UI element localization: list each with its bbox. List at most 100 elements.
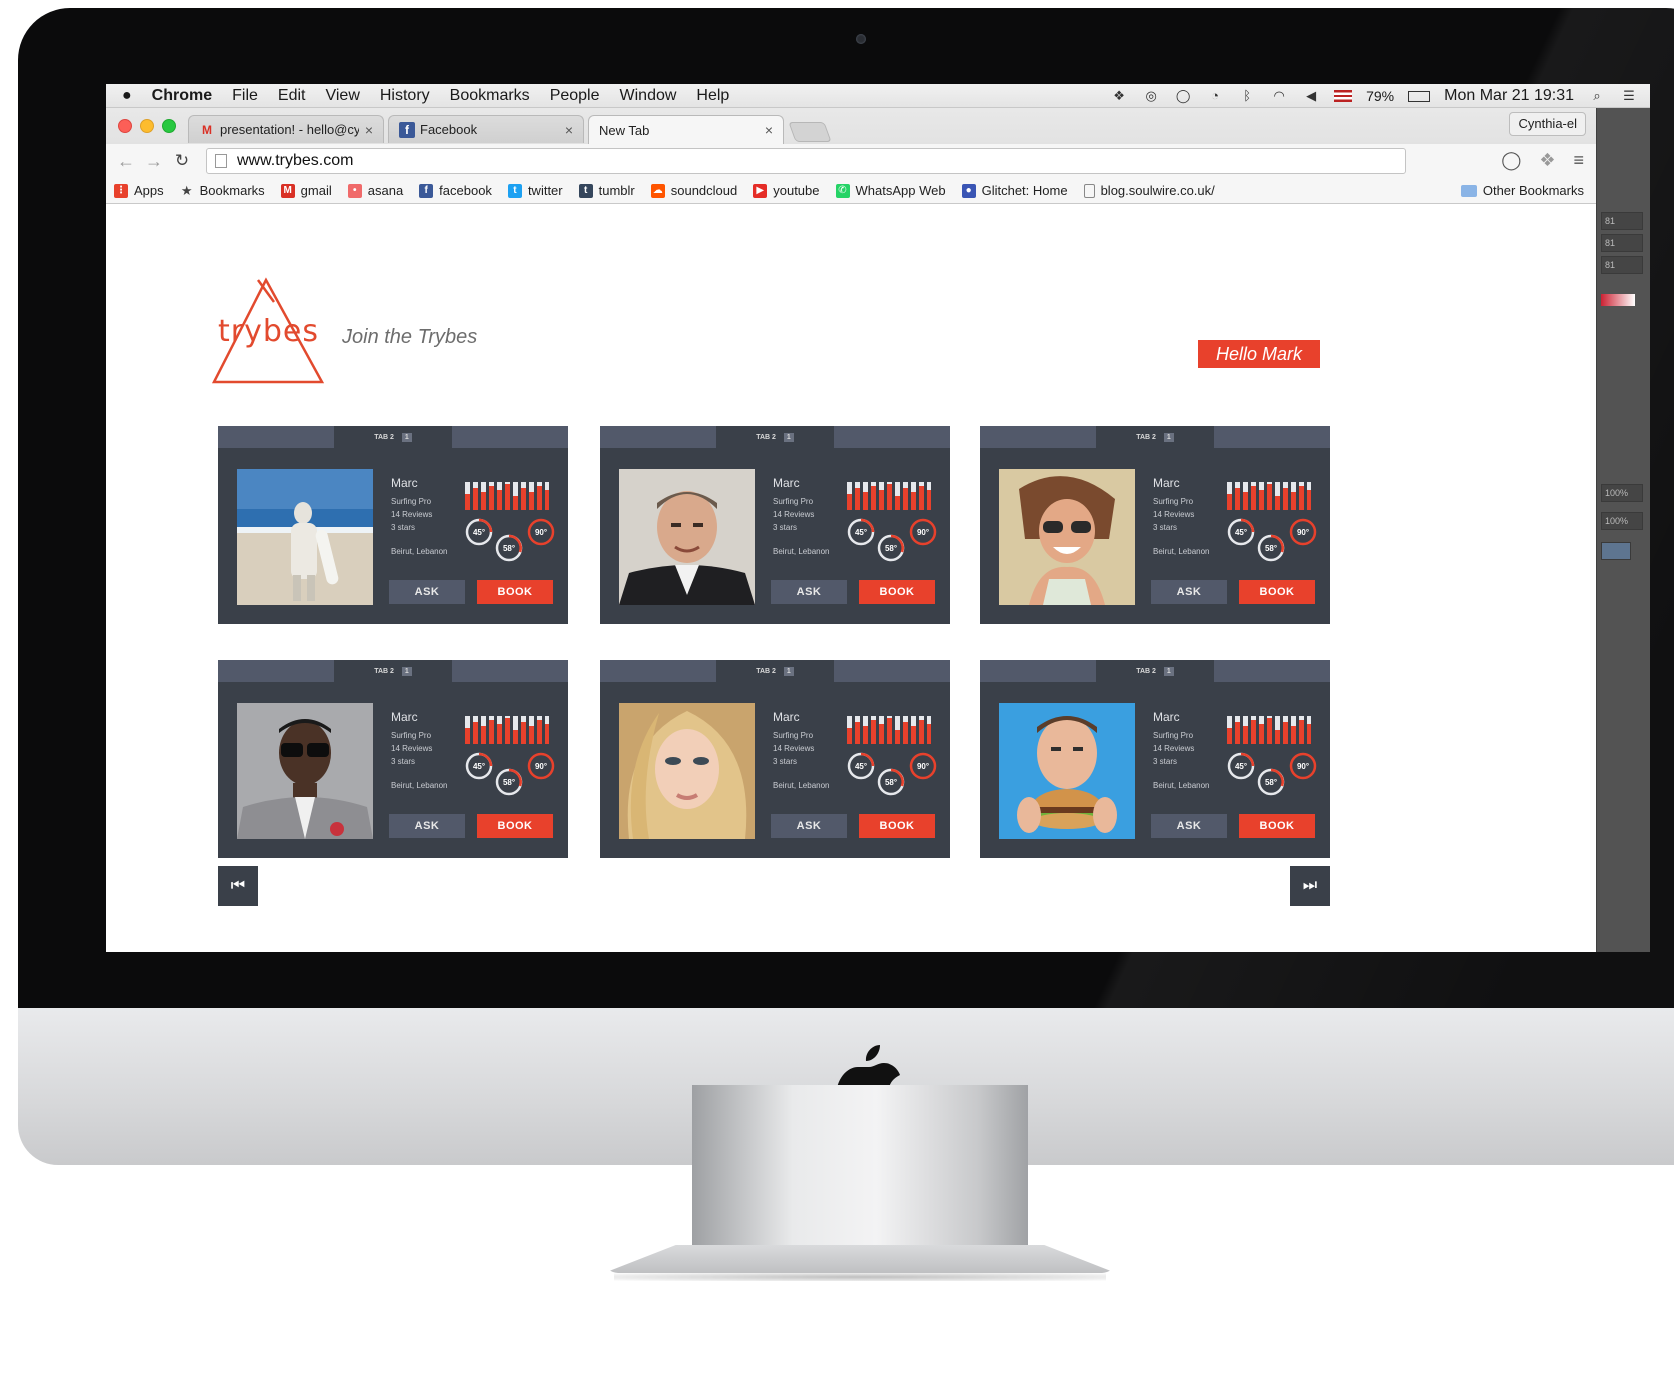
volume-icon[interactable]: ◀ — [1302, 88, 1320, 104]
ask-button[interactable]: ASK — [771, 814, 847, 838]
apps-grid-icon: ⋮ — [114, 183, 128, 198]
menu-people[interactable]: People — [550, 87, 600, 105]
profile-card[interactable]: TAB 2 1 Marc Surfing Pro 14 Reviews 3 stars Be… — [980, 660, 1330, 858]
spotlight-search-icon[interactable]: ⌕ — [1588, 88, 1606, 104]
lock-icon[interactable] — [1601, 542, 1631, 560]
tab-new-tab[interactable]: New Tab × — [588, 115, 784, 144]
profile-photo[interactable] — [999, 703, 1135, 839]
prev-page-button[interactable]: ⏮ — [218, 866, 258, 906]
profile-photo[interactable] — [619, 703, 755, 839]
menubar-clock[interactable]: Mon Mar 21 19:31 — [1444, 87, 1574, 105]
bookmark-blog-soulwire-co-uk[interactable]: blog.soulwire.co.uk/ — [1083, 183, 1215, 198]
card-tab[interactable]: TAB 2 1 — [1096, 426, 1214, 448]
menu-help[interactable]: Help — [696, 87, 729, 105]
minimize-window-icon[interactable] — [140, 119, 154, 133]
ask-button[interactable]: ASK — [1151, 580, 1227, 604]
close-icon[interactable]: × — [365, 122, 373, 138]
dropbox-extension-icon[interactable]: ❖ — [1539, 150, 1555, 171]
profile-photo[interactable] — [237, 703, 373, 839]
bookmark-glitchet-home[interactable]: ● Glitchet: Home — [961, 183, 1068, 198]
bookmark-tumblr[interactable]: t tumblr — [578, 183, 635, 198]
address-bar[interactable]: www.trybes.com — [206, 148, 1406, 174]
profile-card[interactable]: TAB 2 1 Marc Surfing Pro 14 Reviews 3 stars Be… — [600, 660, 950, 858]
notification-center-icon[interactable]: ☰ — [1620, 88, 1638, 104]
card-tab[interactable]: TAB 2 1 — [334, 426, 452, 448]
other-bookmarks[interactable]: Other Bookmarks — [1460, 183, 1584, 198]
next-page-button[interactable]: ⏭ — [1290, 866, 1330, 906]
ask-button[interactable]: ASK — [389, 580, 465, 604]
profile-card[interactable]: TAB 2 1 Marc Surfing Pro 14 Reviews 3 stars Be… — [600, 426, 950, 624]
battery-percent[interactable]: 79% — [1366, 88, 1394, 104]
us-flag-icon[interactable] — [1334, 90, 1353, 102]
menu-bookmarks[interactable]: Bookmarks — [450, 87, 530, 105]
card-tab-label: TAB 2 — [374, 667, 394, 675]
bookmark-twitter[interactable]: t twitter — [507, 183, 563, 198]
bookmark-soundcloud[interactable]: ☁ soundcloud — [650, 183, 737, 198]
card-tab[interactable]: TAB 2 1 — [1096, 660, 1214, 682]
bluetooth-icon[interactable]: ᛒ — [1238, 88, 1256, 104]
bookmark-asana[interactable]: • asana — [347, 183, 404, 198]
apple-menu-icon[interactable]: ● — [122, 87, 132, 105]
chrome-menu-icon[interactable]: ≡ — [1573, 150, 1584, 171]
dropbox-icon[interactable]: ❖ — [1110, 88, 1128, 104]
profile-button[interactable]: Cynthia-el — [1509, 112, 1586, 136]
menu-view[interactable]: View — [325, 87, 359, 105]
back-arrow-icon[interactable]: ← — [112, 151, 140, 172]
card-tab[interactable]: TAB 2 1 — [334, 660, 452, 682]
menu-history[interactable]: History — [380, 87, 430, 105]
menu-window[interactable]: Window — [620, 87, 677, 105]
profile-role: Surfing Pro — [773, 497, 814, 506]
card-tab[interactable]: TAB 2 1 — [716, 426, 834, 448]
tab-gmail[interactable]: M presentation! - hello@cynth × — [188, 115, 384, 143]
bookmark-whatsapp-web[interactable]: ✆ WhatsApp Web — [835, 183, 946, 198]
close-window-icon[interactable] — [118, 119, 132, 133]
close-icon[interactable]: × — [565, 122, 573, 138]
profile-card[interactable]: TAB 2 1 Marc Surfing Pro 14 Reviews 3 stars Be… — [218, 660, 568, 858]
bookmark-apps[interactable]: ⋮ Apps — [114, 183, 164, 198]
imac-stand — [604, 1085, 1116, 1281]
bookmark-gmail[interactable]: Mgmail — [280, 183, 332, 198]
battery-icon[interactable] — [1408, 90, 1431, 102]
book-button[interactable]: BOOK — [1239, 814, 1315, 838]
man-shades-photo — [237, 703, 373, 839]
bookmark-facebook[interactable]: f facebook — [419, 183, 492, 198]
angle-dials: 45° 58° 90° — [847, 752, 937, 796]
book-button[interactable]: BOOK — [859, 814, 935, 838]
menu-chrome[interactable]: Chrome — [152, 87, 212, 105]
extension-circle-icon[interactable]: ◯ — [1501, 150, 1521, 171]
book-button[interactable]: BOOK — [477, 814, 553, 838]
close-icon[interactable]: × — [765, 122, 773, 138]
profile-photo[interactable] — [999, 469, 1135, 605]
menu-file[interactable]: File — [232, 87, 258, 105]
chat-bubble-icon[interactable]: ◯ — [1174, 88, 1192, 104]
book-button[interactable]: BOOK — [1239, 580, 1315, 604]
angle-dials: 45° 58° 90° — [465, 752, 555, 796]
bookmark-label: tumblr — [598, 183, 635, 198]
ask-button[interactable]: ASK — [1151, 814, 1227, 838]
book-button[interactable]: BOOK — [859, 580, 935, 604]
bookmark-bookmarks[interactable]: ★ Bookmarks — [180, 183, 265, 199]
ask-button[interactable]: ASK — [771, 580, 847, 604]
profile-name: Marc — [1153, 476, 1180, 490]
zoom-window-icon[interactable] — [162, 119, 176, 133]
bookmark-label: asana — [367, 183, 404, 198]
profile-info: Marc Surfing Pro 14 Reviews 3 stars Beirut, … — [773, 476, 830, 556]
profile-photo[interactable] — [619, 469, 755, 605]
reload-icon[interactable]: ↻ — [168, 151, 196, 171]
hello-user-badge[interactable]: Hello Mark — [1198, 340, 1320, 368]
checkmark-circle-icon[interactable]: ◎ — [1142, 88, 1160, 104]
profile-card[interactable]: TAB 2 1 Marc Surfing Pro 14 Reviews 3 stars Be… — [980, 426, 1330, 624]
profile-card[interactable]: TAB 2 1 Marc Surfing Pro 14 Reviews 3 stars Be… — [218, 426, 568, 624]
ask-button[interactable]: ASK — [389, 814, 465, 838]
book-button[interactable]: BOOK — [477, 580, 553, 604]
forward-arrow-icon[interactable]: → — [140, 151, 168, 172]
menu-edit[interactable]: Edit — [278, 87, 306, 105]
wifi-icon[interactable]: ◠ — [1270, 88, 1288, 104]
profile-location: Beirut, Lebanon — [1153, 547, 1210, 556]
bookmark-youtube[interactable]: ▶ youtube — [753, 183, 820, 198]
card-tab[interactable]: TAB 2 1 — [716, 660, 834, 682]
profile-photo[interactable] — [237, 469, 373, 605]
tab-facebook[interactable]: f Facebook × — [388, 115, 584, 143]
time-machine-icon[interactable]: ◔ — [1206, 88, 1224, 104]
new-tab-button[interactable] — [788, 122, 832, 142]
